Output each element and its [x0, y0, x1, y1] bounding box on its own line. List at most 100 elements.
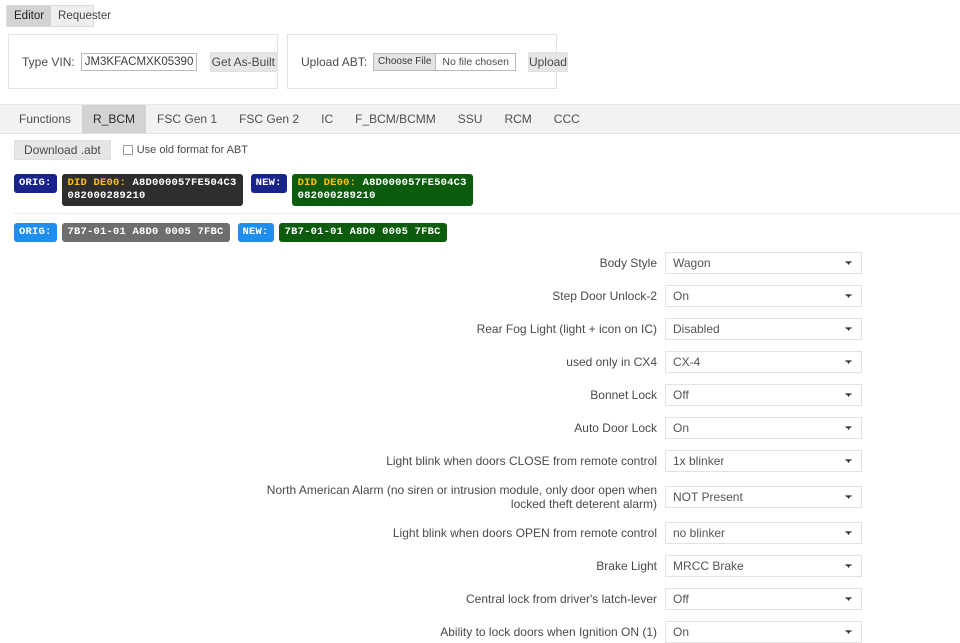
setting-label-north-american-alarm: North American Alarm (no siren or intrus…: [266, 483, 657, 511]
setting-select-body-style[interactable]: Wagon: [665, 252, 862, 274]
upload-abt-label: Upload ABT:: [301, 54, 368, 69]
setting-select-bonnet-lock[interactable]: Off: [665, 384, 862, 406]
setting-select-auto-door-lock[interactable]: On: [665, 417, 862, 439]
tab-ssu[interactable]: SSU: [447, 105, 494, 133]
setting-row-bonnet-lock: Bonnet Lock Off: [0, 384, 960, 406]
chevron-down-icon: [845, 630, 852, 634]
setting-row-used-only-in-cx4: used only in CX4 CX-4: [0, 351, 960, 373]
setting-select-used-only-in-cx4[interactable]: CX-4: [665, 351, 862, 373]
new-tag-row2: NEW:: [237, 223, 274, 242]
get-as-built-button[interactable]: Get As-Built: [209, 51, 277, 72]
setting-select-light-blink-open[interactable]: no blinker: [665, 522, 862, 544]
setting-value-step-door-unlock-2: On: [673, 289, 690, 303]
tab-fsc-gen-2-label: FSC Gen 2: [239, 112, 300, 126]
new-tag-row1: NEW:: [250, 174, 287, 193]
setting-row-brake-light: Brake Light MRCC Brake: [0, 555, 960, 577]
tab-rcm[interactable]: RCM: [493, 105, 542, 133]
setting-label-central-lock-latch-lever: Central lock from driver's latch-lever: [465, 592, 657, 606]
did-badge-area: ORIG: DID DE00: A8D000057FE504C3 08200028…: [0, 166, 960, 242]
module-toolbar: Download .abt Use old format for ABT: [0, 134, 960, 166]
vin-input[interactable]: [80, 52, 197, 71]
download-abt-button[interactable]: Download .abt: [14, 140, 111, 160]
new-hex-row2: 7B7-01-01 A8D0 0005 7FBC: [278, 223, 447, 242]
tab-functions[interactable]: Functions: [8, 105, 82, 133]
setting-select-light-blink-close[interactable]: 1x blinker: [665, 450, 862, 472]
setting-label-rear-fog-light: Rear Fog Light (light + icon on IC): [476, 322, 657, 336]
setting-label-lock-doors-ignition-on: Ability to lock doors when Ignition ON (…: [440, 625, 657, 639]
use-old-format-label: Use old format for ABT: [136, 144, 248, 156]
setting-label-step-door-unlock-2: Step Door Unlock-2: [552, 289, 657, 303]
tab-ccc[interactable]: CCC: [543, 105, 591, 133]
chevron-down-icon: [845, 564, 852, 568]
setting-value-brake-light: MRCC Brake: [673, 559, 744, 573]
setting-row-central-lock-latch-lever: Central lock from driver's latch-lever O…: [0, 588, 960, 610]
setting-select-step-door-unlock-2[interactable]: On: [665, 285, 862, 307]
setting-value-north-american-alarm: NOT Present: [673, 490, 743, 504]
chevron-down-icon: [845, 459, 852, 463]
tab-fsc-gen-1[interactable]: FSC Gen 1: [146, 105, 228, 133]
choose-file-button[interactable]: Choose File: [374, 53, 437, 70]
mode-tab-requester[interactable]: Requester: [51, 6, 118, 26]
module-tab-bar: Functions R_BCM FSC Gen 1 FSC Gen 2 IC F…: [0, 104, 960, 134]
use-old-format-checkbox[interactable]: [122, 145, 133, 155]
chevron-down-icon: [845, 531, 852, 535]
setting-select-rear-fog-light[interactable]: Disabled: [665, 318, 862, 340]
mode-tab-editor[interactable]: Editor: [7, 6, 52, 26]
setting-value-body-style: Wagon: [673, 256, 711, 270]
setting-row-rear-fog-light: Rear Fog Light (light + icon on IC) Disa…: [0, 318, 960, 340]
setting-value-light-blink-close: 1x blinker: [673, 454, 725, 468]
setting-value-light-blink-open: no blinker: [673, 526, 726, 540]
tab-fsc-gen-2[interactable]: FSC Gen 2: [228, 105, 310, 133]
setting-label-body-style: Body Style: [599, 256, 657, 270]
chevron-down-icon: [845, 426, 852, 430]
setting-row-light-blink-close: Light blink when doors CLOSE from remote…: [0, 450, 960, 472]
badge-divider: [14, 213, 960, 214]
orig-tag-row2: ORIG:: [14, 223, 57, 242]
top-panels: Type VIN: Get As-Built Upload ABT: Choos…: [0, 34, 960, 89]
did-badge-row-2: ORIG: 7B7-01-01 A8D0 0005 7FBC NEW: 7B7-…: [14, 223, 960, 242]
tab-rcm-label: RCM: [504, 112, 532, 126]
no-file-chosen-text: No file chosen: [442, 55, 509, 68]
chevron-down-icon: [845, 261, 852, 265]
setting-select-central-lock-latch-lever[interactable]: Off: [665, 588, 862, 610]
tab-r-bcm[interactable]: R_BCM: [82, 105, 147, 133]
tab-f-bcm-bcmm[interactable]: F_BCM/BCMM: [344, 105, 447, 133]
setting-row-step-door-unlock-2: Step Door Unlock-2 On: [0, 285, 960, 307]
setting-value-auto-door-lock: On: [673, 421, 690, 435]
mode-tab-editor-label: Editor: [14, 10, 45, 22]
did-prefix-orig: DID DE00:: [67, 177, 127, 189]
setting-select-brake-light[interactable]: MRCC Brake: [665, 555, 862, 577]
orig-hex-line2: 082000289210: [67, 190, 146, 202]
vin-panel: Type VIN: Get As-Built: [8, 34, 278, 89]
setting-value-central-lock-latch-lever: Off: [673, 592, 689, 606]
setting-row-body-style: Body Style Wagon: [0, 252, 960, 274]
setting-select-north-american-alarm[interactable]: NOT Present: [665, 486, 862, 508]
tab-r-bcm-label: R_BCM: [93, 112, 136, 126]
settings-form: Body Style Wagon Step Door Unlock-2 On R…: [0, 242, 960, 643]
chevron-down-icon: [845, 495, 852, 499]
mode-tab-bar: Editor Requester: [6, 5, 111, 27]
setting-label-auto-door-lock: Auto Door Lock: [574, 421, 657, 435]
setting-label-light-blink-close: Light blink when doors CLOSE from remote…: [386, 454, 657, 468]
tab-ccc-label: CCC: [553, 112, 580, 126]
chevron-down-icon: [845, 360, 852, 364]
tab-functions-label: Functions: [19, 112, 72, 126]
setting-label-bonnet-lock: Bonnet Lock: [590, 388, 657, 402]
upload-button[interactable]: Upload: [527, 51, 568, 72]
file-input[interactable]: Choose File No file chosen: [373, 52, 516, 71]
vin-label: Type VIN:: [22, 54, 75, 69]
new-hex-line2: 082000289210: [297, 190, 376, 202]
chevron-down-icon: [845, 294, 852, 298]
setting-label-used-only-in-cx4: used only in CX4: [566, 355, 657, 369]
setting-row-light-blink-open: Light blink when doors OPEN from remote …: [0, 522, 960, 544]
mode-tab-requester-label: Requester: [58, 10, 112, 22]
setting-value-lock-doors-ignition-on: On: [673, 625, 690, 639]
new-hex-row1: DID DE00: A8D000057FE504C3 082000289210: [291, 174, 473, 206]
setting-value-bonnet-lock: Off: [673, 388, 689, 402]
tab-ic[interactable]: IC: [310, 105, 344, 133]
did-badge-row-1: ORIG: DID DE00: A8D000057FE504C3 08200028…: [14, 174, 960, 206]
use-old-format-checkbox-wrap[interactable]: Use old format for ABT: [122, 144, 248, 156]
setting-row-auto-door-lock: Auto Door Lock On: [0, 417, 960, 439]
setting-select-lock-doors-ignition-on[interactable]: On: [665, 621, 862, 643]
tab-ic-label: IC: [321, 112, 334, 126]
